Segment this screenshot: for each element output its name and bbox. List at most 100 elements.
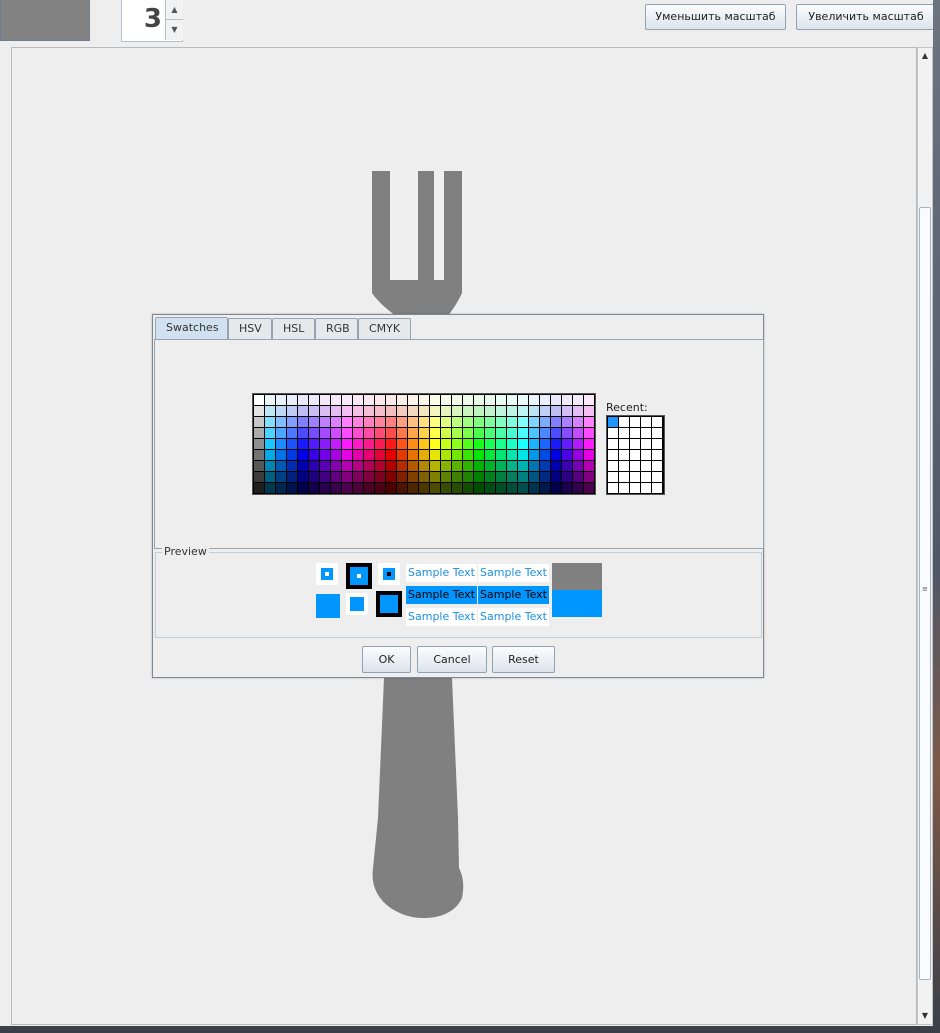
swatch-cell[interactable] (573, 406, 583, 416)
swatch-cell[interactable] (353, 472, 363, 482)
tab-hsv[interactable]: HSV (228, 318, 272, 339)
swatch-cell[interactable] (474, 483, 484, 493)
swatch-cell[interactable] (452, 395, 462, 405)
swatch-cell[interactable] (518, 472, 528, 482)
swatch-cell[interactable] (540, 472, 550, 482)
swatch-cell[interactable] (265, 461, 275, 471)
swatch-cell[interactable] (254, 406, 264, 416)
swatch-cell[interactable] (551, 406, 561, 416)
swatch-cell[interactable] (518, 406, 528, 416)
swatch-cell[interactable] (496, 417, 506, 427)
swatch-cell[interactable] (441, 450, 451, 460)
swatch-cell[interactable] (397, 472, 407, 482)
swatch-cell[interactable] (474, 461, 484, 471)
size-spinner[interactable]: 3 ▲ ▼ (121, 0, 183, 42)
swatch-cell[interactable] (309, 461, 319, 471)
swatch-cell[interactable] (551, 450, 561, 460)
swatch-cell[interactable] (265, 417, 275, 427)
swatch-cell[interactable] (474, 428, 484, 438)
swatch-cell[interactable] (584, 472, 594, 482)
swatch-cell[interactable] (331, 439, 341, 449)
swatch-cell[interactable] (298, 483, 308, 493)
swatch-cell[interactable] (573, 417, 583, 427)
recent-swatch-cell[interactable] (652, 450, 662, 460)
swatch-cell[interactable] (375, 450, 385, 460)
swatch-cell[interactable] (353, 428, 363, 438)
swatch-cell[interactable] (320, 450, 330, 460)
swatch-cell[interactable] (540, 428, 550, 438)
swatch-cell[interactable] (485, 450, 495, 460)
swatch-cell[interactable] (298, 417, 308, 427)
swatch-cell[interactable] (342, 417, 352, 427)
swatch-cell[interactable] (375, 461, 385, 471)
swatch-cell[interactable] (452, 417, 462, 427)
swatch-cell[interactable] (452, 439, 462, 449)
swatch-cell[interactable] (408, 461, 418, 471)
swatch-cell[interactable] (474, 395, 484, 405)
swatch-cell[interactable] (353, 450, 363, 460)
recent-swatch-cell[interactable] (619, 461, 629, 471)
swatch-cell[interactable] (309, 439, 319, 449)
swatch-cell[interactable] (386, 439, 396, 449)
swatch-cell[interactable] (276, 417, 286, 427)
swatch-cell[interactable] (430, 450, 440, 460)
tab-hsl[interactable]: HSL (272, 318, 315, 339)
swatch-cell[interactable] (529, 472, 539, 482)
scroll-down-arrow-icon[interactable]: ▼ (918, 1008, 932, 1024)
swatch-cell[interactable] (397, 483, 407, 493)
swatch-cell[interactable] (276, 472, 286, 482)
swatch-cell[interactable] (441, 417, 451, 427)
swatch-cell[interactable] (408, 395, 418, 405)
swatch-cell[interactable] (287, 461, 297, 471)
swatch-cell[interactable] (353, 483, 363, 493)
swatch-cell[interactable] (397, 406, 407, 416)
swatch-cell[interactable] (584, 439, 594, 449)
swatch-cell[interactable] (441, 428, 451, 438)
swatch-cell[interactable] (298, 439, 308, 449)
swatch-cell[interactable] (287, 439, 297, 449)
recent-swatch-cell[interactable] (619, 472, 629, 482)
swatch-cell[interactable] (496, 450, 506, 460)
swatch-cell[interactable] (287, 417, 297, 427)
swatch-cell[interactable] (265, 472, 275, 482)
swatch-cell[interactable] (562, 417, 572, 427)
swatch-cell[interactable] (485, 483, 495, 493)
swatch-cell[interactable] (474, 450, 484, 460)
swatch-cell[interactable] (408, 472, 418, 482)
swatch-cell[interactable] (518, 417, 528, 427)
recent-swatch-grid[interactable] (606, 415, 665, 495)
swatch-cell[interactable] (364, 483, 374, 493)
swatch-cell[interactable] (375, 439, 385, 449)
swatch-cell[interactable] (584, 428, 594, 438)
swatch-cell[interactable] (408, 439, 418, 449)
swatch-cell[interactable] (331, 461, 341, 471)
swatch-cell[interactable] (386, 428, 396, 438)
zoom-out-button[interactable]: Уменьшить масштаб (645, 4, 786, 30)
swatch-cell[interactable] (507, 483, 517, 493)
swatch-cell[interactable] (485, 439, 495, 449)
swatch-cell[interactable] (342, 472, 352, 482)
swatch-cell[interactable] (496, 483, 506, 493)
swatch-cell[interactable] (474, 417, 484, 427)
recent-swatch-cell[interactable] (608, 461, 618, 471)
swatch-cell[interactable] (364, 450, 374, 460)
swatch-cell[interactable] (562, 428, 572, 438)
swatch-cell[interactable] (364, 406, 374, 416)
swatch-cell[interactable] (419, 428, 429, 438)
swatch-cell[interactable] (364, 461, 374, 471)
swatch-cell[interactable] (386, 450, 396, 460)
swatch-cell[interactable] (463, 461, 473, 471)
recent-swatch-cell[interactable] (641, 428, 651, 438)
swatch-cell[interactable] (397, 439, 407, 449)
swatch-cell[interactable] (309, 406, 319, 416)
swatch-cell[interactable] (320, 395, 330, 405)
swatch-cell[interactable] (265, 439, 275, 449)
swatch-cell[interactable] (441, 483, 451, 493)
spinner-up-arrow-icon[interactable]: ▲ (165, 0, 183, 20)
swatch-cell[interactable] (298, 461, 308, 471)
recent-swatch-cell[interactable] (652, 472, 662, 482)
swatch-cell[interactable] (551, 417, 561, 427)
swatch-cell[interactable] (276, 428, 286, 438)
swatch-cell[interactable] (287, 406, 297, 416)
swatch-cell[interactable] (320, 439, 330, 449)
